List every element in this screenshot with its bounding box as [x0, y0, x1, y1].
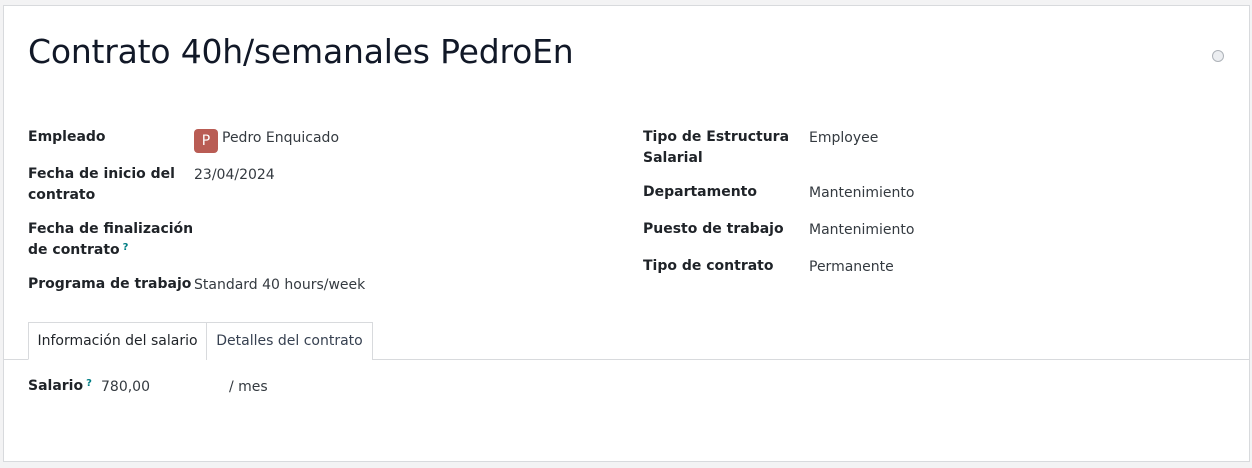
- employee-field[interactable]: Pedro Enquicado: [222, 128, 339, 149]
- start-date-field[interactable]: 23/04/2024: [194, 165, 275, 186]
- department-field[interactable]: Mantenimiento: [809, 183, 914, 204]
- form-sheet: Contrato 40h/semanales PedroEn Empleado …: [3, 5, 1250, 462]
- end-date-label: Fecha de finalización de contrato?: [28, 219, 193, 261]
- end-date-label-line1: Fecha de finalización: [28, 221, 194, 237]
- job-position-field[interactable]: Mantenimiento: [809, 220, 914, 241]
- start-date-label: Fecha de inicio del contrato: [28, 164, 175, 206]
- contract-type-label: Tipo de contrato: [643, 258, 774, 274]
- start-date-label-line1: Fecha de inicio del: [28, 166, 175, 182]
- tab-contract-details[interactable]: Detalles del contrato: [206, 322, 373, 360]
- end-date-label-line2: de contrato: [28, 242, 120, 258]
- end-date-help-icon[interactable]: ?: [123, 242, 129, 253]
- structure-type-label: Tipo de Estructura Salarial: [643, 127, 789, 169]
- contract-type-field[interactable]: Permanente: [809, 257, 894, 278]
- salary-field[interactable]: 780,00: [101, 377, 150, 398]
- salary-label: Salario?: [28, 376, 92, 397]
- salary-period: / mes: [229, 379, 268, 395]
- employee-avatar[interactable]: P: [194, 129, 218, 153]
- start-date-label-line2: contrato: [28, 187, 96, 203]
- end-date-field[interactable]: [194, 219, 494, 240]
- job-position-label: Puesto de trabajo: [643, 221, 784, 237]
- structure-type-label-line2: Salarial: [643, 150, 703, 166]
- department-label: Departamento: [643, 184, 757, 200]
- salary-help-icon[interactable]: ?: [86, 378, 92, 389]
- schedule-label: Programa de trabajo: [28, 276, 192, 292]
- tab-salary-information[interactable]: Información del salario: [28, 322, 207, 360]
- structure-type-label-line1: Tipo de Estructura: [643, 129, 790, 145]
- status-indicator-icon[interactable]: [1212, 50, 1224, 62]
- page-title: Contrato 40h/semanales PedroEn: [28, 32, 574, 71]
- employee-label: Empleado: [28, 129, 106, 145]
- structure-type-field[interactable]: Employee: [809, 128, 878, 149]
- salary-label-text: Salario: [28, 378, 84, 394]
- schedule-field[interactable]: Standard 40 hours/week: [194, 275, 365, 296]
